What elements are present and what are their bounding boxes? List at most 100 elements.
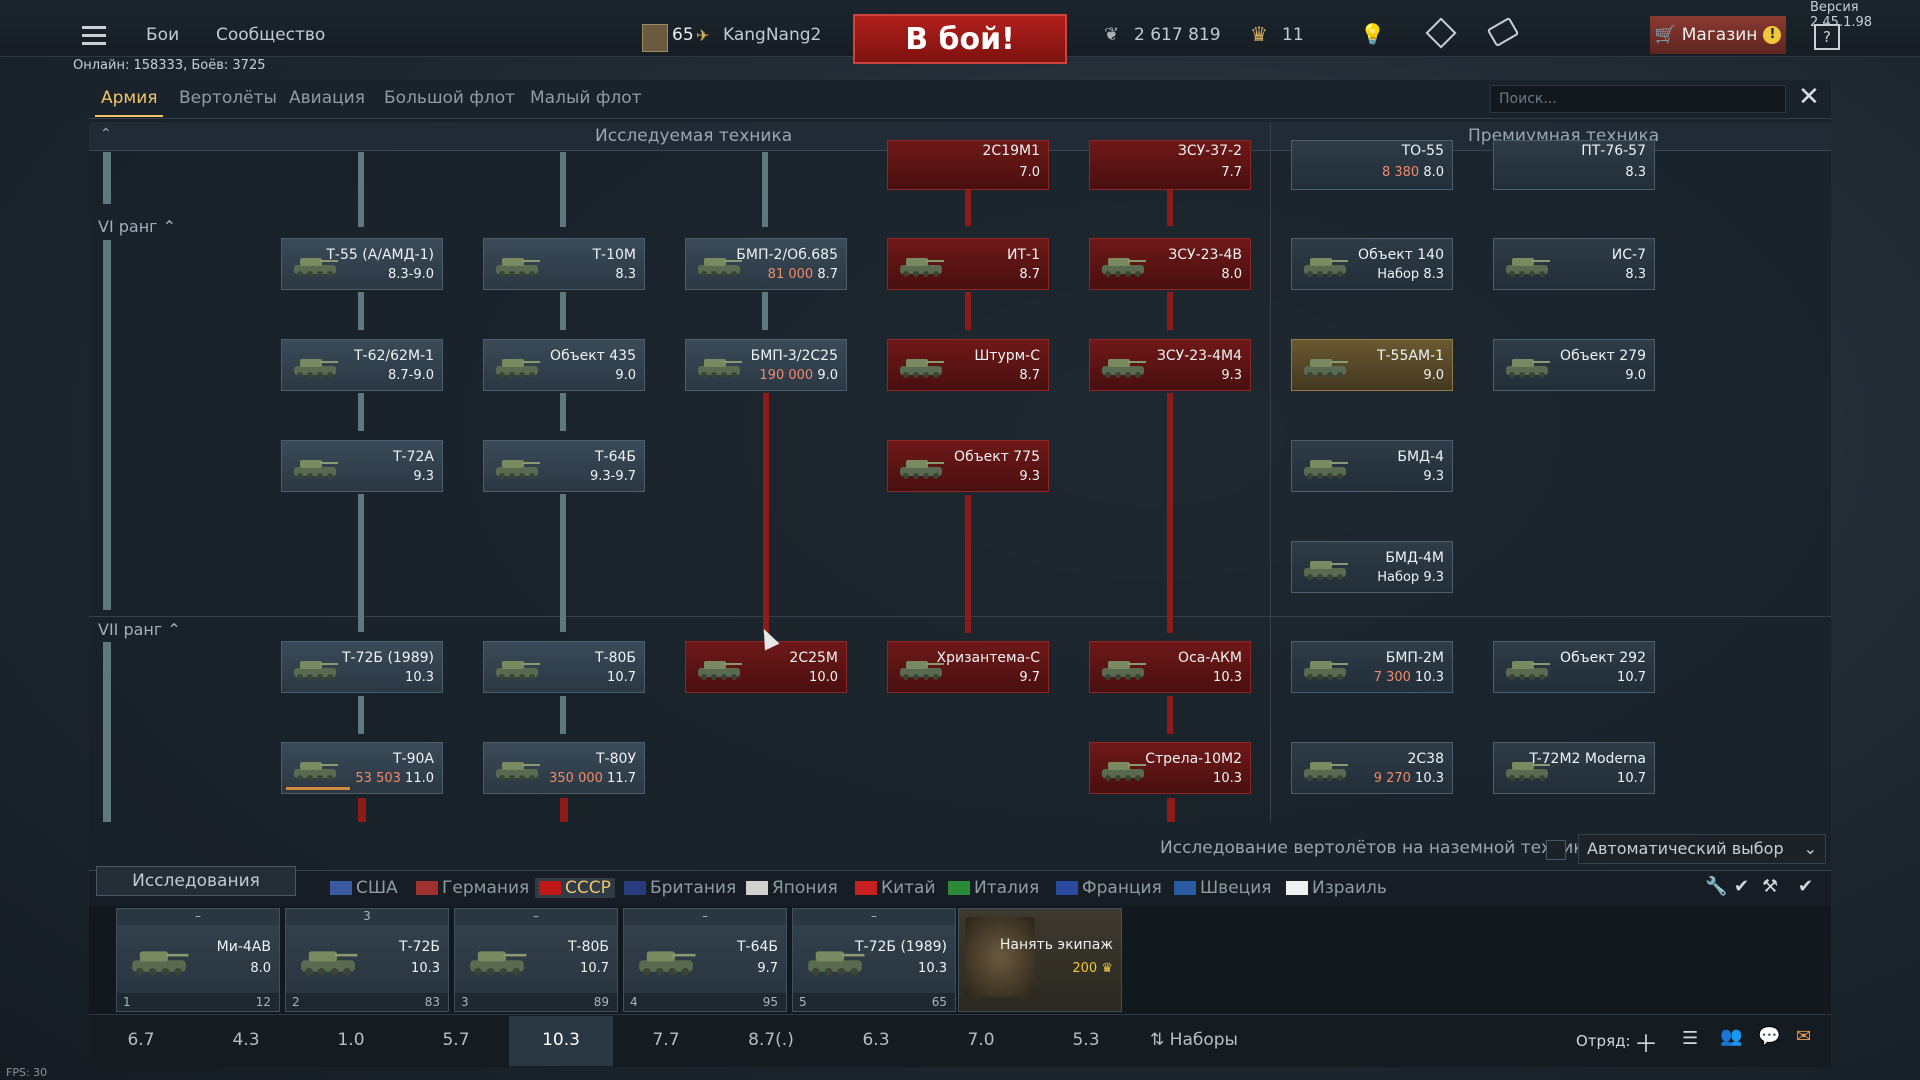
menu-icon[interactable] [82, 26, 106, 46]
vehicle-card[interactable]: Т-72Б (1989) 10.3 [281, 641, 443, 693]
nation-japan[interactable]: Япония [742, 878, 842, 898]
auto-select-dropdown[interactable]: Автоматический выбор ⌄ [1578, 834, 1826, 864]
preset-br-tab[interactable]: 1.0 [299, 1030, 403, 1050]
crew-portrait [965, 917, 1035, 997]
vehicle-card[interactable]: ПТ-76-57 8.3 [1493, 140, 1655, 190]
tree-line-locked [965, 495, 971, 633]
nation-israel[interactable]: Израиль [1282, 878, 1391, 898]
vehicle-card[interactable]: Т-90А 53 503 11.0 [281, 742, 443, 794]
tab-coastal-fleet[interactable]: Малый флот [530, 88, 642, 108]
vehicle-card[interactable]: Т-10М 8.3 [483, 238, 645, 290]
crew-slot[interactable]: 3 Т-72Б 10.3 2 83 [285, 908, 449, 1012]
checkmark-icon[interactable]: ✔ [1734, 876, 1749, 897]
vehicle-card[interactable]: Т-55АМ-1 9.0 [1291, 339, 1453, 391]
presets-button[interactable]: ⇅ Наборы [1150, 1030, 1238, 1050]
preset-br-tab[interactable]: 6.3 [824, 1030, 928, 1050]
vehicle-card[interactable]: Объект 279 9.0 [1493, 339, 1655, 391]
vehicle-card[interactable]: БМД-4 9.3 [1291, 440, 1453, 492]
vehicle-name: Ми-4АВ [216, 939, 271, 955]
friends-icon[interactable]: 👥 [1720, 1026, 1742, 1047]
help-icon[interactable]: ? [1814, 24, 1840, 50]
research-toggle[interactable]: Исследования [96, 866, 296, 896]
to-battle-button[interactable]: В бой! [853, 14, 1067, 64]
vehicle-name: Т-64Б [594, 449, 636, 465]
crew-slot[interactable]: – Т-72Б (1989) 10.3 5 65 [792, 908, 956, 1012]
vehicle-card[interactable]: Объект 292 10.7 [1493, 641, 1655, 693]
preset-br-tab[interactable]: 4.3 [194, 1030, 298, 1050]
vehicle-card[interactable]: ТО-55 8 380 8.0 [1291, 140, 1453, 190]
vehicle-card[interactable]: Т-80Б 10.7 [483, 641, 645, 693]
wrench-icon[interactable]: 🔧 [1705, 876, 1727, 897]
battle-rating: 9.3 [1019, 469, 1040, 484]
crew-slot[interactable]: – Т-64Б 9.7 4 95 [623, 908, 787, 1012]
preset-br-tab[interactable]: 7.7 [614, 1030, 718, 1050]
preset-br-tab[interactable]: 10.3 [509, 1016, 613, 1066]
community-menu[interactable]: Сообщество [216, 25, 325, 45]
preset-br-tab[interactable]: 6.7 [89, 1030, 193, 1050]
chat-icon[interactable]: 💬 [1758, 1026, 1780, 1047]
battles-menu[interactable]: Бои [146, 25, 179, 45]
hire-crew-slot[interactable]: Нанять экипаж 200 ♛ [958, 908, 1122, 1012]
list-icon[interactable]: ☰ [1682, 1028, 1698, 1049]
vehicle-card[interactable]: Объект 435 9.0 [483, 339, 645, 391]
vehicle-card[interactable]: 2С19М1 7.0 [887, 140, 1049, 190]
mail-icon[interactable]: ✉ [1796, 1026, 1811, 1047]
crew-slot[interactable]: – Т-80Б 10.7 3 89 [454, 908, 618, 1012]
tab-aviation[interactable]: Авиация [289, 88, 365, 108]
nation-britain[interactable]: Британия [620, 878, 740, 898]
tab-helicopters[interactable]: Вертолёты [179, 88, 277, 108]
vehicle-card[interactable]: Хризантема-С 9.7 [887, 641, 1049, 693]
nation-sweden[interactable]: Швеция [1170, 878, 1276, 898]
crew-slot[interactable]: – Ми-4АВ 8.0 1 12 [116, 908, 280, 1012]
tab-army[interactable]: Армия [101, 88, 158, 108]
preset-br-tab[interactable]: 5.3 [1034, 1030, 1138, 1050]
vehicle-card[interactable]: Т-80У 350 000 11.7 [483, 742, 645, 794]
vehicle-card[interactable]: ИТ-1 8.7 [887, 238, 1049, 290]
vehicle-card[interactable]: БМП-3/2С25 190 000 9.0 [685, 339, 847, 391]
vehicle-card[interactable]: ЗСУ-37-2 7.7 [1089, 140, 1251, 190]
nation-italy[interactable]: Италия [944, 878, 1043, 898]
repair-all-icon[interactable]: ⚒ [1762, 876, 1778, 897]
tree-line [358, 494, 364, 632]
vehicle-card[interactable]: Объект 140 Набор 8.3 [1291, 238, 1453, 290]
vehicle-card[interactable]: ЗСУ-23-4М4 9.3 [1089, 339, 1251, 391]
preset-br-tab[interactable]: 8.7(.) [719, 1030, 823, 1050]
collapse-all-icon[interactable]: ⌃ [100, 126, 112, 142]
vehicle-card[interactable]: 2С38 9 270 10.3 [1291, 742, 1453, 794]
lightbulb-icon[interactable]: 💡 [1360, 22, 1385, 46]
vehicle-card[interactable]: Оса-АКМ 10.3 [1089, 641, 1251, 693]
nation-france[interactable]: Франция [1052, 878, 1166, 898]
vehicle-card[interactable]: ЗСУ-23-4В 8.0 [1089, 238, 1251, 290]
vehicle-card[interactable]: Т-64Б 9.3-9.7 [483, 440, 645, 492]
nation-usa[interactable]: США [326, 878, 402, 898]
close-icon[interactable]: ✕ [1798, 82, 1820, 112]
rank-vi-label[interactable]: VI ранг ⌃ [98, 217, 176, 236]
vehicle-card[interactable]: Стрела-10М2 10.3 [1089, 742, 1251, 794]
vehicle-card[interactable]: БМП-2М 7 300 10.3 [1291, 641, 1453, 693]
vehicle-card[interactable]: Штурм-С 8.7 [887, 339, 1049, 391]
tree-line [560, 494, 566, 632]
search-input[interactable]: Поиск... [1490, 85, 1786, 113]
heli-research-checkbox[interactable] [1546, 840, 1566, 860]
nation-ussr[interactable]: СССР [535, 878, 615, 898]
avatar[interactable] [642, 24, 668, 52]
nation-germany[interactable]: Германия [412, 878, 533, 898]
tab-bluewater-fleet[interactable]: Большой флот [384, 88, 515, 108]
vehicle-card[interactable]: Т-62/62М-1 8.7-9.0 [281, 339, 443, 391]
preset-br-tab[interactable]: 7.0 [929, 1030, 1033, 1050]
vehicle-card[interactable]: T-72M2 Moderna 10.7 [1493, 742, 1655, 794]
add-squad-icon[interactable]: ＋ [1634, 1024, 1658, 1059]
rank-vii-label[interactable]: VII ранг ⌃ [98, 620, 181, 639]
preset-br-tab[interactable]: 5.7 [404, 1030, 508, 1050]
vehicle-card[interactable]: БМП-2/Об.685 81 000 8.7 [685, 238, 847, 290]
vehicle-name: БМП-2/Об.685 [736, 247, 838, 263]
vehicle-card[interactable]: БМД-4М Набор 9.3 [1291, 541, 1453, 593]
checkmark-icon[interactable]: ✔ [1798, 876, 1813, 897]
vehicle-card[interactable]: Объект 775 9.3 [887, 440, 1049, 492]
shop-button[interactable]: 🛒 Магазин ! [1650, 16, 1786, 54]
nation-china[interactable]: Китай [851, 878, 940, 898]
vehicle-card[interactable]: ИС-7 8.3 [1493, 238, 1655, 290]
vehicle-card[interactable]: Т-72А 9.3 [281, 440, 443, 492]
username[interactable]: KangNang2 [723, 25, 821, 45]
vehicle-card[interactable]: Т-55 (А/АМД-1) 8.3-9.0 [281, 238, 443, 290]
